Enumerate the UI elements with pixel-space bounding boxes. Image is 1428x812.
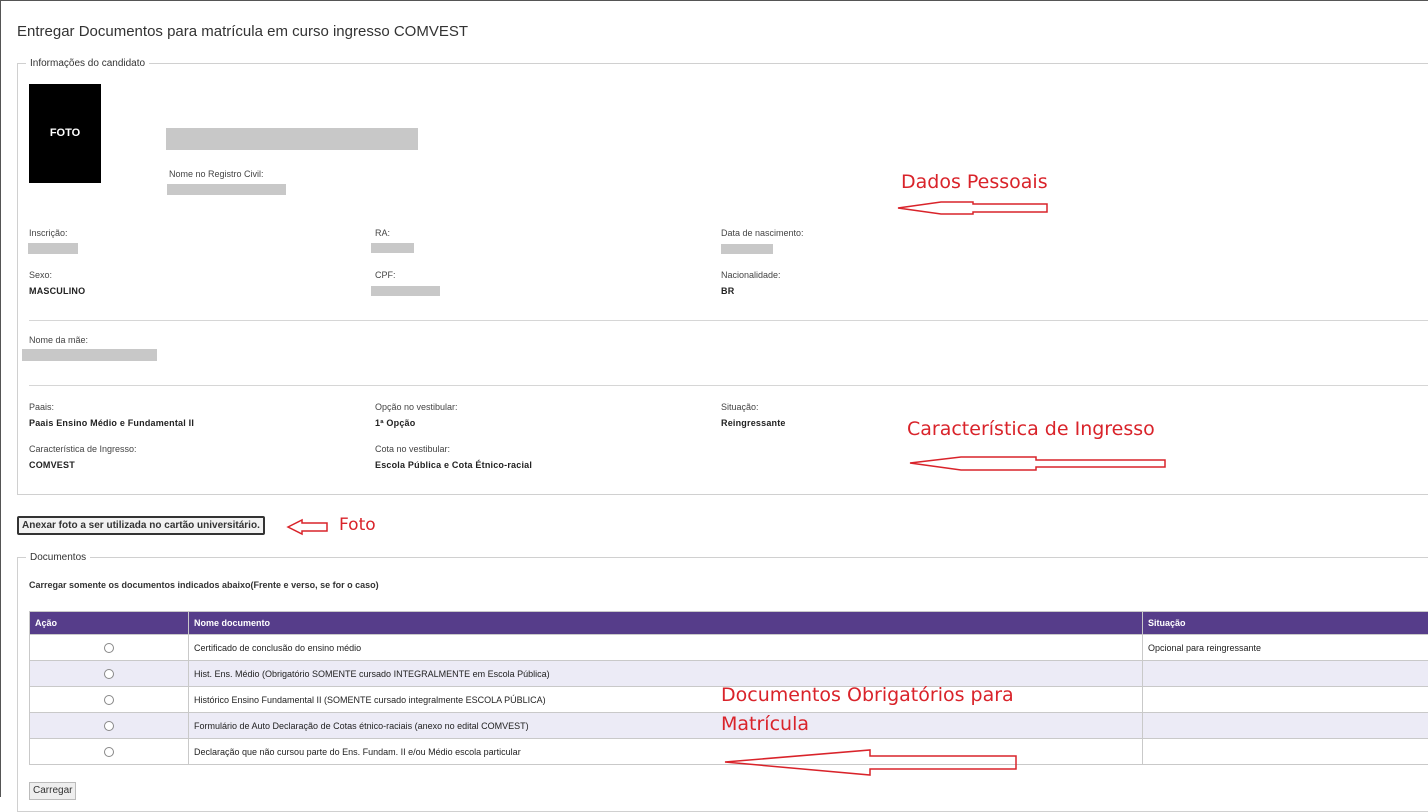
arrow-photo-icon <box>288 520 327 534</box>
arrow-entry-characteristic-icon <box>910 457 1165 470</box>
arrow-personal-data-icon <box>898 202 1047 214</box>
arrow-documents-icon <box>725 750 1016 775</box>
annotation-arrows <box>1 1 1428 798</box>
